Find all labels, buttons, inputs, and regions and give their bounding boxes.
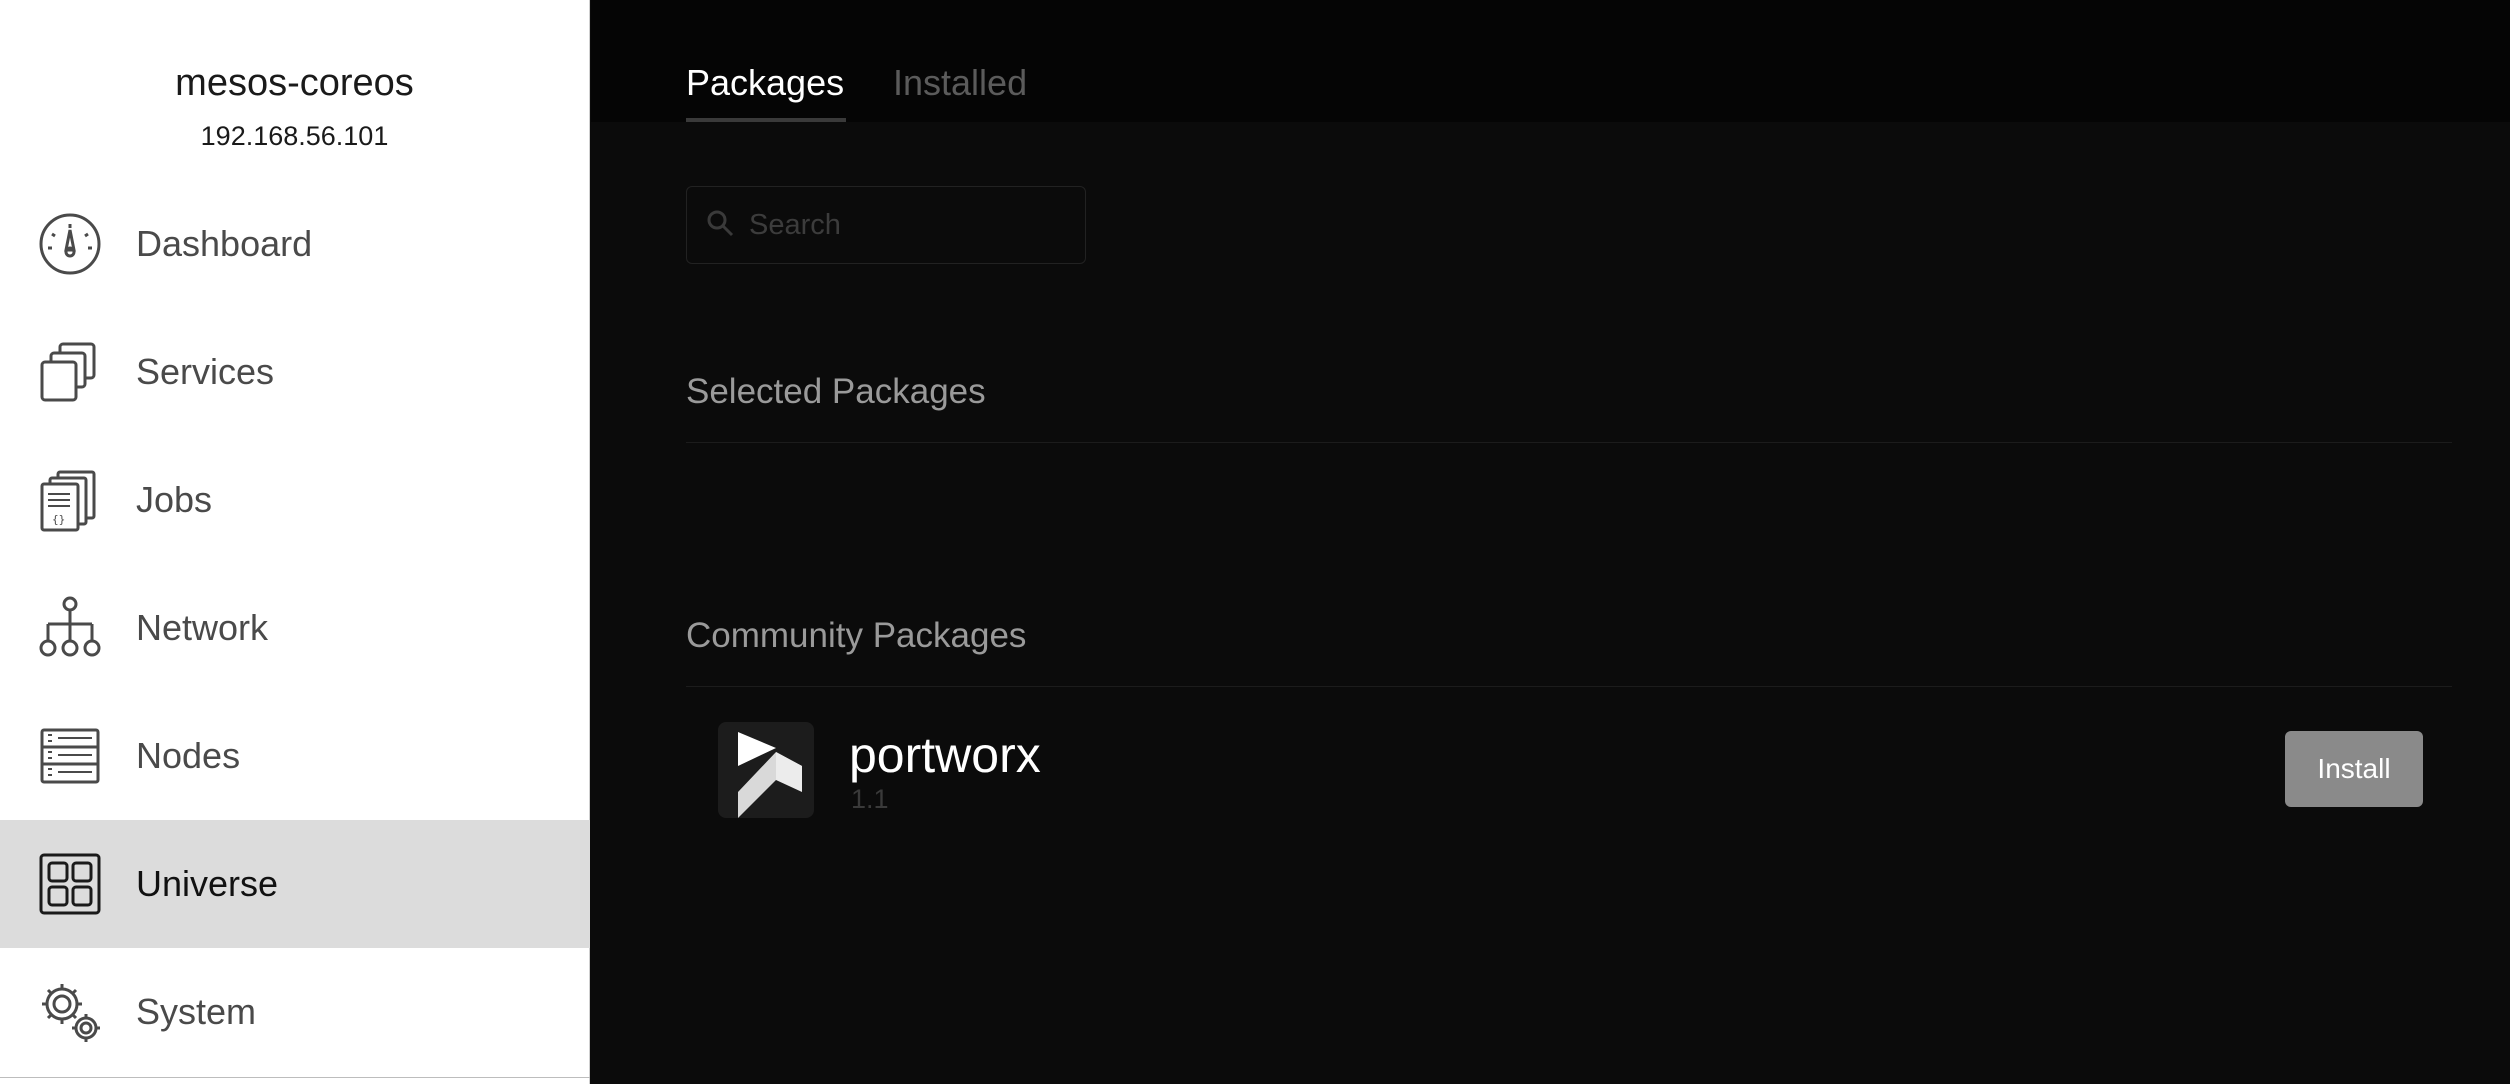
search-box[interactable] <box>686 186 1086 264</box>
portworx-logo <box>718 722 814 818</box>
selected-packages-heading: Selected Packages <box>686 372 986 411</box>
package-version: 1.1 <box>851 784 889 814</box>
divider <box>686 686 2452 687</box>
cluster-ip: 192.168.56.101 <box>200 121 389 151</box>
dashboard-icon <box>38 212 102 276</box>
install-button[interactable]: Install <box>2285 731 2423 807</box>
tab-installed[interactable]: Installed <box>893 62 1027 104</box>
universe-icon <box>38 852 102 916</box>
divider <box>686 442 2452 443</box>
sidebar-nav: Dashboard Services {} Jobs Network Nodes… <box>0 180 590 1076</box>
nodes-icon <box>38 724 102 788</box>
jobs-icon: {} <box>38 468 102 532</box>
sidebar-item-nodes[interactable]: Nodes <box>0 692 590 820</box>
sidebar-item-universe[interactable]: Universe <box>0 820 590 948</box>
sidebar-divider <box>0 1077 590 1078</box>
svg-text:{}: {} <box>52 513 65 526</box>
active-tab-indicator <box>686 118 846 122</box>
sidebar-item-label: Nodes <box>136 735 241 776</box>
package-name: portworx <box>849 727 1041 783</box>
sidebar-item-services[interactable]: Services <box>0 308 590 436</box>
system-icon <box>38 980 102 1044</box>
services-icon <box>38 340 102 404</box>
sidebar-item-dashboard[interactable]: Dashboard <box>0 180 590 308</box>
main-content: Packages Installed Selected Packages Com… <box>591 0 2510 1084</box>
cluster-name: mesos-coreos <box>175 62 414 104</box>
sidebar-item-label: System <box>136 991 257 1032</box>
sidebar-item-network[interactable]: Network <box>0 564 590 692</box>
tab-packages[interactable]: Packages <box>686 62 844 104</box>
search-icon <box>705 208 735 243</box>
sidebar-item-jobs[interactable]: {} Jobs <box>0 436 590 564</box>
sidebar-item-system[interactable]: System <box>0 948 590 1076</box>
package-card-portworx[interactable]: portworx 1.1 Install <box>686 718 2452 822</box>
sidebar: mesos-coreos 192.168.56.101 Dashboard Se… <box>0 0 590 1084</box>
tab-bar: Packages Installed <box>591 0 2510 122</box>
sidebar-item-label: Universe <box>136 863 279 904</box>
sidebar-item-label: Jobs <box>136 479 213 520</box>
community-packages-heading: Community Packages <box>686 616 1027 655</box>
search-input[interactable] <box>749 208 1079 242</box>
cluster-header[interactable]: mesos-coreos 192.168.56.101 <box>0 0 589 152</box>
sidebar-item-label: Services <box>136 351 275 392</box>
sidebar-item-label: Dashboard <box>136 223 313 264</box>
sidebar-item-label: Network <box>136 607 269 648</box>
network-icon <box>38 596 102 660</box>
